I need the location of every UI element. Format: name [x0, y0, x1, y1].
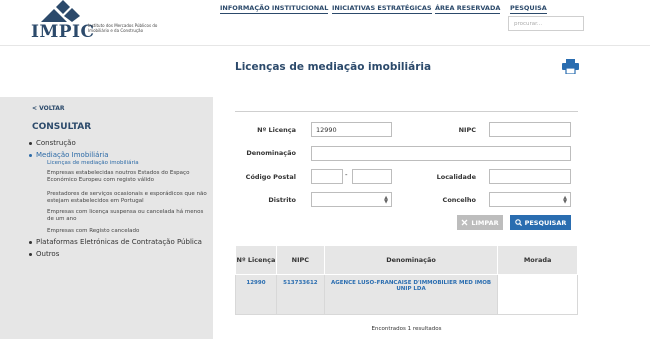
sidebar-subitem-cancelado[interactable]: Empresas com Registo cancelado	[47, 228, 207, 235]
col-header-licenca[interactable]: Nº Licença	[235, 245, 277, 275]
sidebar-item-construcao[interactable]: Construção	[29, 139, 76, 147]
nav-pesquisa[interactable]: PESQUISA	[510, 4, 547, 14]
sidebar-item-plataformas[interactable]: Plataformas Eletrónicas de Contratação P…	[29, 238, 202, 246]
sidebar-item-mediacao[interactable]: Mediação Imobiliária	[29, 151, 109, 159]
sidebar-item-label: Outros	[36, 250, 60, 258]
cell-morada	[497, 274, 578, 315]
sidebar-item-label: Plataformas Eletrónicas de Contratação P…	[36, 238, 202, 246]
nav-iniciativas-estrategicas[interactable]: INICIATIVAS ESTRATÉGICAS	[332, 4, 432, 14]
licenca-input[interactable]	[311, 122, 392, 137]
codigo-postal-suffix-input[interactable]	[352, 169, 392, 184]
clear-button-label: LIMPAR	[471, 218, 499, 227]
bullet-icon	[29, 252, 32, 256]
concelho-select[interactable]: ▲ ▼	[489, 192, 571, 207]
nipc-input[interactable]	[489, 122, 571, 137]
sidebar-title: CONSULTAR	[32, 122, 92, 132]
sidebar-item-outros[interactable]: Outros	[29, 250, 59, 258]
codigo-postal-label: Código Postal	[245, 173, 296, 181]
cell-licenca[interactable]: 12990	[235, 274, 277, 315]
distrito-select[interactable]: ▲ ▼	[311, 192, 392, 207]
localidade-label: Localidade	[436, 173, 476, 181]
search-button-label: PESQUISAR	[524, 218, 567, 227]
cell-nipc[interactable]: 513733612	[275, 274, 325, 315]
chevron-updown-icon: ▲ ▼	[384, 195, 388, 205]
codigo-postal-prefix-input[interactable]	[311, 169, 343, 184]
nipc-label: NIPC	[458, 126, 476, 134]
col-header-denominacao[interactable]: Denominação	[323, 245, 499, 275]
printer-icon[interactable]	[562, 59, 579, 74]
nav-area-reservada[interactable]: ÁREA RESERVADA	[435, 4, 501, 14]
table-row[interactable]: 12990 513733612 AGENCE LUSO-FRANCAISE D'…	[235, 274, 578, 315]
sidebar-item-label: Construção	[36, 139, 76, 147]
sidebar-subitem-suspensa[interactable]: Empresas com licença suspensa ou cancela…	[47, 209, 207, 223]
bullet-icon	[29, 141, 32, 145]
result-count: Encontrados 1 resultados	[371, 326, 442, 332]
search-icon	[514, 219, 522, 226]
site-header: IMPIC Instituto dos Mercados Públicos do…	[0, 0, 650, 46]
logo-mark-icon	[41, 0, 80, 22]
bullet-icon	[29, 153, 32, 157]
logo-subtitle: Instituto dos Mercados Públicos do Imobi…	[88, 23, 158, 33]
nav-informacao-institucional[interactable]: INFORMAÇÃO INSTITUCIONAL	[220, 4, 329, 14]
sidebar-item-label: Mediação Imobiliária	[36, 151, 109, 159]
table-header-row: Nº Licença NIPC Denominação Morada	[235, 245, 578, 275]
results-table: Nº Licença NIPC Denominação Morada 12990…	[235, 245, 578, 315]
sidebar: < VOLTAR CONSULTAR Construção Mediação I…	[0, 97, 213, 339]
col-header-morada[interactable]: Morada	[497, 245, 578, 275]
distrito-label: Distrito	[268, 196, 296, 204]
col-header-nipc[interactable]: NIPC	[275, 245, 325, 275]
sidebar-subitem-licencas[interactable]: Licenças de mediação imobiliária	[47, 160, 207, 167]
localidade-input[interactable]	[489, 169, 571, 184]
chevron-updown-icon: ▲ ▼	[563, 195, 567, 205]
back-link[interactable]: < VOLTAR	[32, 105, 64, 112]
denominacao-input[interactable]	[311, 146, 571, 161]
licenca-label: Nº Licença	[257, 126, 296, 134]
page-title: Licenças de mediação imobiliária	[235, 61, 432, 73]
cell-denominacao[interactable]: AGENCE LUSO-FRANCAISE D'IMMOBILIER MED I…	[323, 274, 499, 315]
concelho-label: Concelho	[442, 196, 476, 204]
divider	[235, 111, 578, 112]
close-icon	[461, 219, 468, 226]
logo-text[interactable]: IMPIC	[31, 22, 95, 42]
sidebar-subitem-prestadores[interactable]: Prestadores de serviços ocasionais e esp…	[47, 191, 207, 205]
bullet-icon	[29, 240, 32, 244]
postal-separator: -	[345, 171, 348, 179]
sidebar-subitem-eee[interactable]: Empresas estabelecidas noutros Estados d…	[47, 170, 207, 184]
clear-button[interactable]: LIMPAR	[457, 215, 503, 230]
search-button[interactable]: PESQUISAR	[510, 215, 571, 230]
denominacao-label: Denominação	[246, 149, 296, 157]
site-search-input[interactable]	[508, 16, 584, 31]
